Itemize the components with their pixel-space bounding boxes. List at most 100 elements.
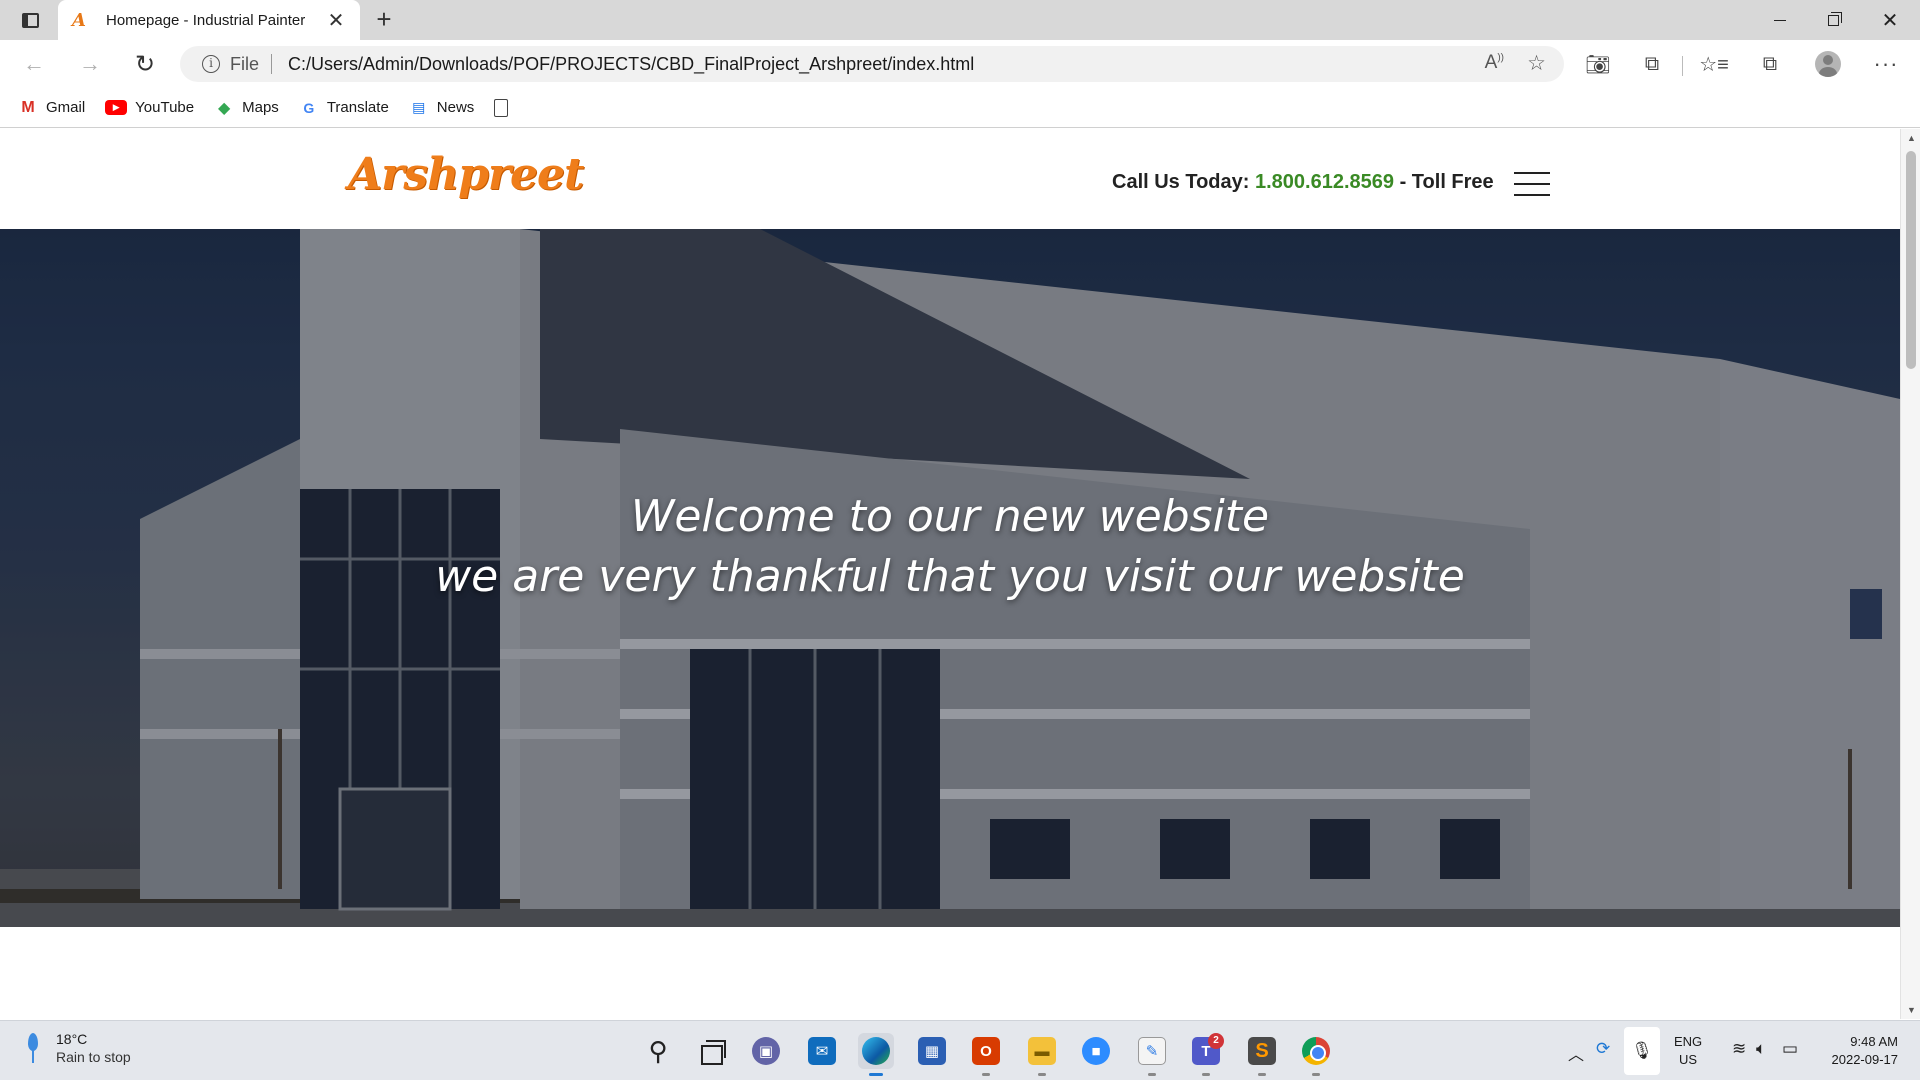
call-us-suffix: - Toll Free [1399, 171, 1494, 193]
show-hidden-icons-chevron-icon[interactable]: ︿ [1568, 1041, 1584, 1065]
address-divider [271, 54, 273, 74]
start-button[interactable] [584, 1033, 620, 1069]
video-camera-icon: ■ [1082, 1037, 1110, 1065]
page-scrollbar[interactable]: ▲ ▼ [1900, 129, 1920, 1019]
input-language-indicator[interactable]: ENG US [1674, 1033, 1702, 1069]
running-indicator [982, 1073, 990, 1076]
back-button[interactable]: ← [16, 48, 52, 80]
translate-icon: G [303, 99, 315, 116]
running-indicator [1148, 1073, 1156, 1076]
folder-icon: ▬ [1028, 1037, 1056, 1065]
call-us-prefix: Call Us Today: [1112, 171, 1250, 193]
add-favorite-icon[interactable]: ☆ [1527, 51, 1546, 76]
weather-temperature: 18°C [56, 1031, 88, 1047]
clock-date: 2022-09-17 [1831, 1052, 1899, 1067]
taskbar-office-app[interactable]: O [968, 1033, 1004, 1076]
page-icon [494, 98, 509, 117]
hamburger-line [1514, 183, 1550, 185]
phone-number-link[interactable]: 1.800.612.8569 [1255, 171, 1394, 193]
taskbar-chat-app[interactable]: ▣ [748, 1033, 784, 1069]
taskbar-file-explorer-app[interactable]: ▬ [1024, 1033, 1060, 1076]
bookmark-label: News [436, 99, 475, 116]
taskbar-chrome-app[interactable] [1298, 1033, 1334, 1076]
chrome-icon [1302, 1037, 1330, 1065]
bookmark-maps[interactable]: ◆ Maps [214, 99, 279, 117]
puzzle-icon[interactable]: ⧉ [1636, 50, 1668, 78]
hero-headline: Welcome to our new website [630, 491, 1270, 542]
more-icon[interactable]: ··· [1870, 50, 1902, 78]
bookmark-label: Maps [242, 99, 279, 116]
address-bar[interactable]: i File C:/Users/Admin/Downloads/POF/PROJ… [180, 46, 1564, 82]
bookmark-youtube[interactable]: ▶ YouTube [105, 99, 194, 116]
weather-rain-icon [26, 1033, 40, 1063]
web-page-viewport: Arshpreet Call Us Today: 1.800.612.8569 … [0, 129, 1900, 1019]
read-aloud-icon[interactable]: A)) [1485, 52, 1504, 74]
browser-tab-active[interactable]: A Homepage - Industrial Painter ✕ [58, 0, 360, 40]
refresh-button[interactable]: ↻ [127, 48, 163, 80]
profile-avatar-icon [1815, 51, 1841, 77]
tab-close-button[interactable]: ✕ [326, 8, 346, 33]
language-code: ENG [1674, 1034, 1703, 1049]
sync-icon[interactable]: ⟳ [1596, 1039, 1610, 1059]
browser-toolbar: ← → ↻ i File C:/Users/Admin/Downloads/PO… [0, 40, 1920, 88]
taskbar-search-button[interactable]: ⚲ [640, 1033, 676, 1069]
notification-badge: 2 [1208, 1033, 1224, 1049]
edge-icon [862, 1037, 890, 1065]
weather-description: Rain to stop [56, 1049, 131, 1065]
window-close-button[interactable]: ✕ [1862, 0, 1918, 40]
taskbar-store-app[interactable]: ▦ [914, 1033, 950, 1069]
address-scheme-label: File [230, 53, 260, 74]
bookmark-label: YouTube [135, 99, 195, 116]
profile-button[interactable] [1812, 50, 1844, 78]
chat-icon: ▣ [752, 1037, 780, 1065]
windows-logo-icon [589, 1038, 615, 1064]
favorites-icon[interactable]: ☆≡ [1698, 50, 1730, 78]
scrollbar-thumb[interactable] [1906, 151, 1916, 369]
bookmark-gmail[interactable]: M Gmail [18, 98, 85, 117]
tab-actions-button[interactable] [14, 8, 46, 32]
taskbar-teams-app[interactable]: T 2 [1188, 1033, 1224, 1076]
bookmark-translate[interactable]: G Translate [299, 99, 388, 116]
site-favicon-icon: A [72, 9, 86, 31]
tab-strip: A Homepage - Industrial Painter ✕ + ✕ [0, 0, 1920, 40]
scroll-down-arrow-icon[interactable]: ▼ [1907, 1005, 1916, 1015]
office-icon: O [972, 1037, 1000, 1065]
youtube-icon: ▶ [105, 100, 128, 115]
task-view-button[interactable] [694, 1033, 730, 1069]
volume-icon[interactable]: 🔈︎ [1756, 1039, 1766, 1059]
window-minimize-button[interactable] [1752, 0, 1808, 40]
search-icon: ⚲ [648, 1035, 668, 1066]
new-tab-button[interactable]: + [370, 6, 398, 34]
mail-icon: ✉ [808, 1037, 836, 1065]
collections-icon[interactable]: ⧉ [1754, 50, 1786, 78]
taskbar-paint-app[interactable]: ✎ [1134, 1033, 1170, 1076]
weather-widget[interactable]: 18°C Rain to stop [26, 1031, 131, 1065]
wifi-icon[interactable]: ≋ [1732, 1039, 1746, 1059]
running-indicator [869, 1073, 883, 1076]
site-header: Arshpreet Call Us Today: 1.800.612.8569 … [0, 129, 1900, 229]
system-clock[interactable]: 9:48 AM 2022-09-17 [1832, 1033, 1899, 1069]
bookmarks-bar: M Gmail ▶ YouTube ◆ Maps G Translate ▤ N… [0, 88, 1920, 128]
taskbar-sublime-app[interactable]: S [1244, 1033, 1280, 1076]
taskbar-mail-app[interactable]: ✉ [804, 1033, 840, 1069]
scroll-up-arrow-icon[interactable]: ▲ [1907, 133, 1916, 143]
gmail-icon: M [21, 98, 35, 116]
info-icon[interactable]: i [202, 55, 220, 73]
site-logo[interactable]: Arshpreet [348, 149, 584, 200]
store-icon: ▦ [918, 1037, 946, 1065]
hamburger-menu-button[interactable] [1514, 172, 1550, 196]
hero-subheadline: we are very thankful that you visit our … [435, 551, 1465, 602]
arrow-right-icon: → [79, 51, 101, 76]
window-restore-button[interactable] [1805, 0, 1861, 40]
battery-icon[interactable]: ▭ [1782, 1039, 1798, 1059]
address-url-text[interactable]: C:/Users/Admin/Downloads/POF/PROJECTS/CB… [288, 54, 974, 75]
bookmark-page[interactable] [494, 98, 509, 117]
taskbar-zoom-app[interactable]: ■ [1078, 1033, 1114, 1069]
windows-taskbar: 18°C Rain to stop ⚲ ▣ ✉ ▦ O ▬ ■ ✎ T 2 S … [0, 1020, 1920, 1080]
microphone-muted-icon[interactable]: 🎙︎ [1624, 1027, 1660, 1075]
paint-icon: ✎ [1138, 1037, 1166, 1065]
bookmark-news[interactable]: ▤ News [409, 99, 475, 116]
taskbar-edge-app[interactable] [858, 1033, 894, 1076]
forward-button[interactable]: → [72, 48, 108, 80]
camera-icon[interactable]: 📷︎ [1582, 50, 1614, 78]
